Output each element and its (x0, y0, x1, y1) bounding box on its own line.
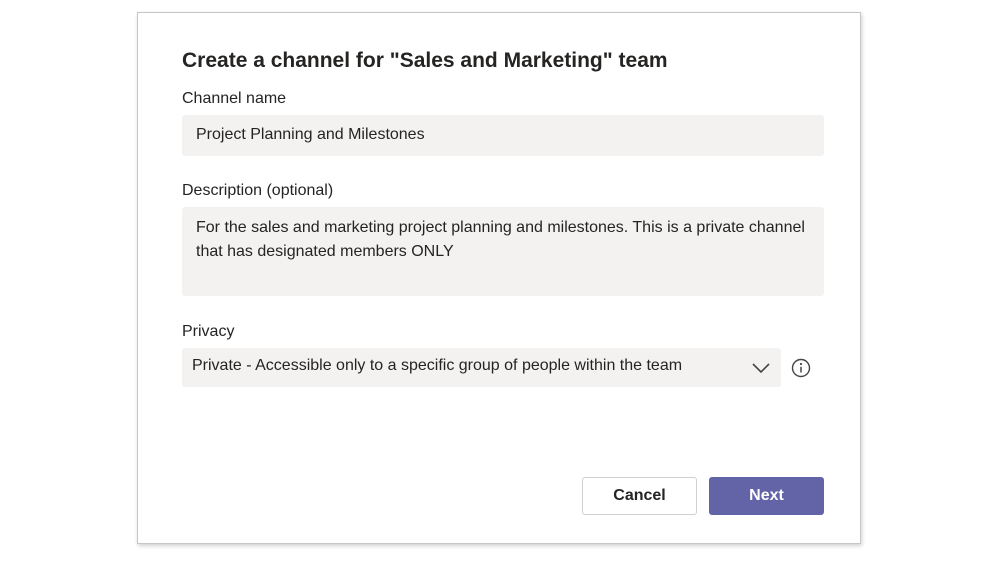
cancel-button[interactable]: Cancel (582, 477, 697, 515)
info-icon[interactable] (790, 357, 812, 379)
channel-name-input[interactable]: Project Planning and Milestones (182, 115, 824, 156)
privacy-selected-value: Private - Accessible only to a specific … (192, 357, 683, 374)
description-textarea[interactable]: For the sales and marketing project plan… (182, 207, 824, 296)
dialog-title: Create a channel for "Sales and Marketin… (182, 49, 668, 72)
description-label: Description (optional) (182, 182, 334, 199)
channel-name-label: Channel name (182, 90, 287, 107)
privacy-label: Privacy (182, 323, 235, 340)
create-channel-dialog: Create a channel for "Sales and Marketin… (137, 12, 861, 544)
privacy-dropdown[interactable]: Private - Accessible only to a specific … (182, 348, 781, 387)
next-button[interactable]: Next (709, 477, 824, 515)
chevron-down-icon (750, 357, 772, 379)
